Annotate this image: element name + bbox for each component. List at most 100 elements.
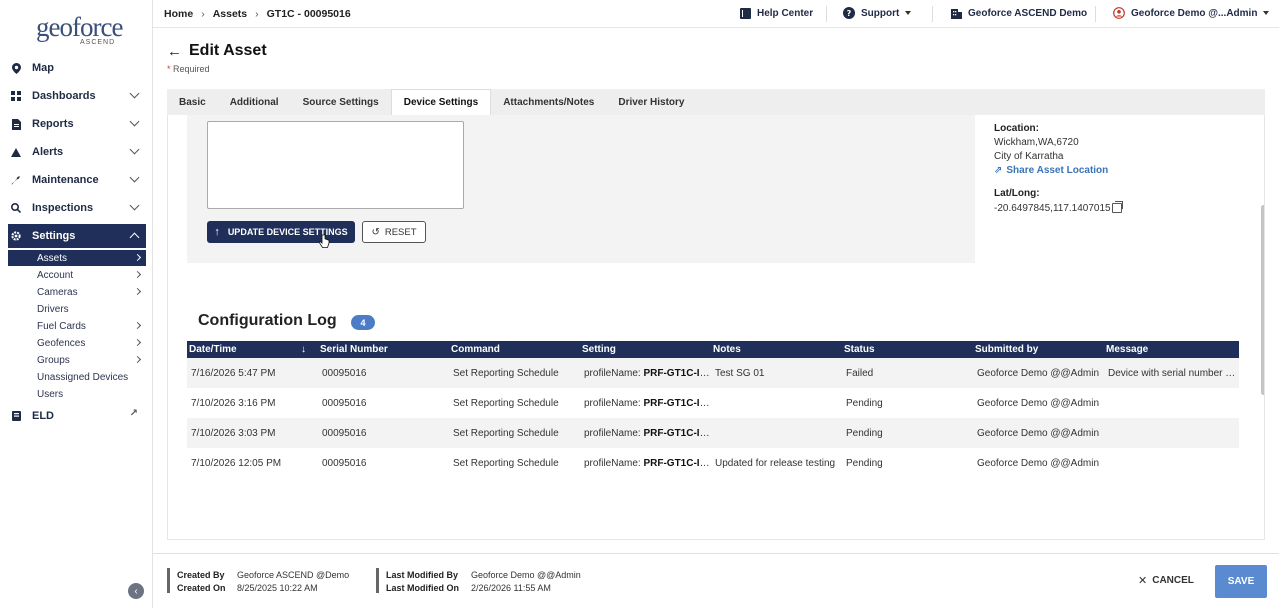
table-row[interactable]: 7/10/2026 12:05 PM 00095016 Set Reportin…	[187, 448, 1239, 478]
cell-datetime: 7/10/2026 12:05 PM	[191, 457, 282, 469]
chevron-right-icon	[133, 338, 142, 347]
wrench-icon	[8, 175, 24, 185]
sidebar-item-map[interactable]: Map	[8, 56, 146, 80]
tab-basic[interactable]: Basic	[167, 89, 218, 115]
cell-setting: profileName: PRF-GT1C-INT-	[580, 368, 711, 379]
last-modified-by-value: Geoforce Demo @@Admin	[471, 570, 581, 580]
chevron-down-icon	[129, 144, 140, 155]
cell-notes: Updated for release testing	[715, 457, 836, 469]
eld-icon	[8, 411, 24, 421]
sidebar: geoforce ASCEND Map Dashboards Reports A…	[0, 0, 153, 608]
breadcrumb-assets[interactable]: Assets	[213, 8, 247, 20]
cell-datetime: 7/10/2026 3:16 PM	[191, 397, 276, 409]
sidebar-item-reports[interactable]: Reports	[8, 112, 146, 136]
sidebar-sub-groups[interactable]: Groups	[37, 352, 146, 368]
device-notes-textarea[interactable]	[207, 121, 464, 209]
cell-datetime: 7/10/2026 3:03 PM	[191, 427, 276, 439]
sidebar-item-dashboards[interactable]: Dashboards	[8, 84, 146, 108]
tab-attachments-notes[interactable]: Attachments/Notes	[491, 89, 606, 115]
breadcrumb-home[interactable]: Home	[164, 8, 193, 20]
setting-value: PRF-GT1C-INT-	[643, 367, 711, 379]
copy-icon[interactable]	[1112, 201, 1123, 213]
column-header-message[interactable]: Message	[1104, 344, 1239, 355]
sidebar-item-alerts[interactable]: Alerts	[8, 140, 146, 164]
sidebar-item-settings[interactable]: Settings	[8, 224, 146, 248]
scrollbar[interactable]	[1260, 115, 1264, 539]
device-settings-panel: ↑ UPDATE DEVICE SETTINGS ↺ RESET Locatio…	[167, 115, 1265, 540]
cell-submitted-by: Geoforce Demo @@Admin	[977, 367, 1100, 379]
arrow-up-icon: ↑	[214, 226, 220, 238]
cell-submitted-by: Geoforce Demo @@Admin	[977, 457, 1100, 469]
sidebar-sub-account[interactable]: Account	[37, 267, 146, 283]
location-line1: Wickham,WA,6720	[994, 137, 1079, 148]
chevron-up-icon	[129, 232, 140, 243]
column-header-status[interactable]: Status	[842, 344, 973, 355]
sidebar-item-inspections[interactable]: Inspections	[8, 196, 146, 220]
share-asset-location-link[interactable]: ⇗ Share Asset Location	[994, 165, 1108, 176]
setting-value: PRF-GT1C-INT-	[643, 457, 711, 469]
cell-command: Set Reporting Schedule	[453, 397, 559, 409]
help-center-link[interactable]: Help Center	[739, 7, 813, 19]
share-icon: ⇗	[994, 165, 1003, 176]
cell-status: Pending	[846, 397, 883, 409]
column-header-setting[interactable]: Setting	[580, 344, 711, 355]
table-row[interactable]: 7/16/2026 5:47 PM 00095016 Set Reporting…	[187, 358, 1239, 388]
sidebar-item-label: Alerts	[32, 146, 64, 158]
scrollbar-thumb[interactable]	[1261, 205, 1264, 395]
table-row[interactable]: 7/10/2026 3:03 PM 00095016 Set Reporting…	[187, 418, 1239, 448]
sidebar-item-label: Map	[32, 62, 54, 74]
sidebar-sub-geofences[interactable]: Geofences	[37, 335, 146, 351]
chevron-right-icon	[133, 321, 142, 330]
tab-additional[interactable]: Additional	[218, 89, 291, 115]
cell-setting: profileName: PRF-GT1C-INT-	[580, 398, 711, 409]
geoforce-logo[interactable]: geoforce ASCEND	[36, 6, 123, 50]
chevron-down-icon	[129, 172, 140, 183]
save-button[interactable]: SAVE	[1215, 565, 1267, 598]
collapse-sidebar-button[interactable]: ‹	[128, 583, 144, 599]
latlong-value: -20.6497845,117.1407015	[994, 203, 1111, 214]
sidebar-item-eld[interactable]: ELD ↗	[8, 404, 146, 428]
caret-down-icon	[1263, 11, 1270, 15]
table-header: Date/Time ↓ Serial Number Command Setting…	[187, 341, 1239, 358]
sidebar-sub-label: Account	[37, 269, 74, 281]
gear-icon	[8, 231, 24, 241]
sort-down-icon[interactable]: ↓	[301, 344, 306, 355]
sidebar-sub-cameras[interactable]: Cameras	[37, 284, 146, 300]
organization-selector[interactable]: Geoforce ASCEND Demo	[950, 7, 1087, 19]
column-header-notes[interactable]: Notes	[711, 344, 842, 355]
column-header-submitted-by[interactable]: Submitted by	[973, 344, 1104, 355]
cell-command: Set Reporting Schedule	[453, 427, 559, 439]
column-header-datetime[interactable]: Date/Time ↓	[187, 344, 318, 355]
tab-source-settings[interactable]: Source Settings	[291, 89, 391, 115]
cell-serial: 00095016	[322, 457, 367, 469]
back-arrow-icon[interactable]: ←	[167, 43, 182, 60]
breadcrumb-current: GT1C - 00095016	[266, 8, 351, 20]
cell-message: Device with serial number 00095016	[1108, 367, 1239, 379]
sidebar-sub-drivers[interactable]: Drivers	[37, 301, 146, 317]
user-label: Geoforce Demo @...Admin	[1131, 7, 1258, 19]
required-note: * Required	[167, 64, 210, 74]
reset-button[interactable]: ↺ RESET	[362, 221, 426, 243]
setting-value: PRF-GT1C-INT-	[643, 397, 711, 409]
sidebar-sub-assets[interactable]: Assets	[8, 250, 146, 266]
cell-submitted-by: Geoforce Demo @@Admin	[977, 397, 1100, 409]
sidebar-sub-label: Fuel Cards	[37, 320, 86, 332]
user-menu[interactable]: Geoforce Demo @...Admin	[1113, 7, 1270, 19]
cell-command: Set Reporting Schedule	[453, 457, 559, 469]
support-menu[interactable]: ? Support	[843, 7, 912, 19]
tab-driver-history[interactable]: Driver History	[606, 89, 696, 115]
sidebar-sub-label: Drivers	[37, 303, 69, 315]
sidebar-sub-users[interactable]: Users	[37, 386, 146, 402]
sidebar-sub-unassigned-devices[interactable]: Unassigned Devices	[37, 369, 146, 385]
table-row[interactable]: 7/10/2026 3:16 PM 00095016 Set Reporting…	[187, 388, 1239, 418]
sidebar-sub-fuel-cards[interactable]: Fuel Cards	[37, 318, 146, 334]
update-device-settings-button[interactable]: ↑ UPDATE DEVICE SETTINGS	[207, 221, 355, 243]
sidebar-item-maintenance[interactable]: Maintenance	[8, 168, 146, 192]
column-header-command[interactable]: Command	[449, 344, 580, 355]
cancel-button[interactable]: ✕ CANCEL	[1138, 574, 1194, 587]
column-header-serial[interactable]: Serial Number	[318, 344, 449, 355]
tab-device-settings[interactable]: Device Settings	[390, 89, 492, 115]
divider	[932, 6, 933, 22]
created-on-label: Created On	[177, 583, 226, 593]
sidebar-item-label: ELD	[32, 410, 54, 422]
